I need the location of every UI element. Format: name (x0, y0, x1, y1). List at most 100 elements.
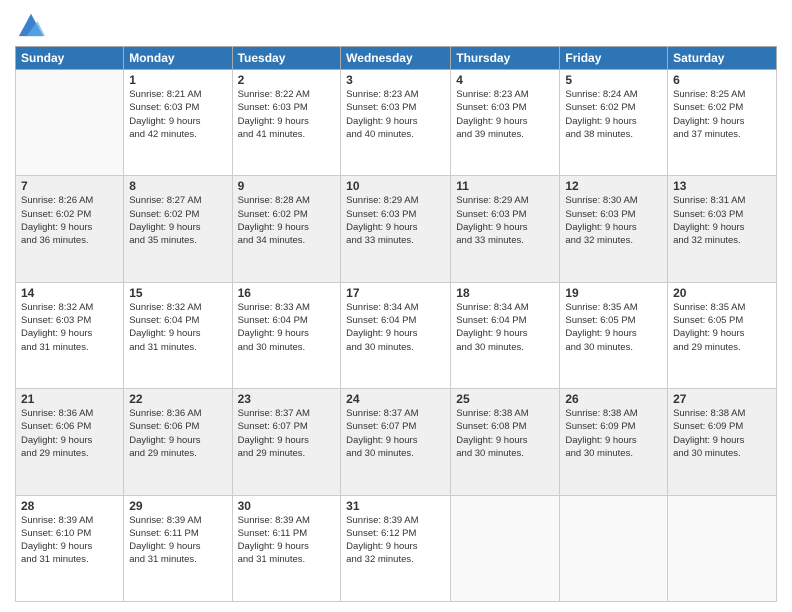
calendar-cell: 1Sunrise: 8:21 AM Sunset: 6:03 PM Daylig… (124, 70, 232, 176)
logo (15, 10, 45, 38)
calendar-cell: 21Sunrise: 8:36 AM Sunset: 6:06 PM Dayli… (16, 389, 124, 495)
calendar-cell: 5Sunrise: 8:24 AM Sunset: 6:02 PM Daylig… (560, 70, 668, 176)
day-info: Sunrise: 8:38 AM Sunset: 6:09 PM Dayligh… (673, 407, 771, 460)
week-row-0: 1Sunrise: 8:21 AM Sunset: 6:03 PM Daylig… (16, 70, 777, 176)
calendar-cell: 19Sunrise: 8:35 AM Sunset: 6:05 PM Dayli… (560, 282, 668, 388)
day-number: 24 (346, 392, 445, 406)
day-number: 20 (673, 286, 771, 300)
week-row-3: 21Sunrise: 8:36 AM Sunset: 6:06 PM Dayli… (16, 389, 777, 495)
day-number: 28 (21, 499, 118, 513)
day-number: 18 (456, 286, 554, 300)
day-number: 19 (565, 286, 662, 300)
calendar-cell: 4Sunrise: 8:23 AM Sunset: 6:03 PM Daylig… (451, 70, 560, 176)
calendar-cell: 27Sunrise: 8:38 AM Sunset: 6:09 PM Dayli… (668, 389, 777, 495)
day-number: 7 (21, 179, 118, 193)
calendar-cell: 23Sunrise: 8:37 AM Sunset: 6:07 PM Dayli… (232, 389, 341, 495)
weekday-saturday: Saturday (668, 47, 777, 70)
day-number: 23 (238, 392, 336, 406)
calendar-body: 1Sunrise: 8:21 AM Sunset: 6:03 PM Daylig… (16, 70, 777, 602)
day-info: Sunrise: 8:33 AM Sunset: 6:04 PM Dayligh… (238, 301, 336, 354)
calendar-cell: 18Sunrise: 8:34 AM Sunset: 6:04 PM Dayli… (451, 282, 560, 388)
calendar-cell: 16Sunrise: 8:33 AM Sunset: 6:04 PM Dayli… (232, 282, 341, 388)
weekday-friday: Friday (560, 47, 668, 70)
day-number: 4 (456, 73, 554, 87)
day-number: 11 (456, 179, 554, 193)
day-info: Sunrise: 8:34 AM Sunset: 6:04 PM Dayligh… (456, 301, 554, 354)
day-info: Sunrise: 8:36 AM Sunset: 6:06 PM Dayligh… (21, 407, 118, 460)
weekday-header-row: SundayMondayTuesdayWednesdayThursdayFrid… (16, 47, 777, 70)
day-number: 12 (565, 179, 662, 193)
day-number: 8 (129, 179, 226, 193)
day-number: 16 (238, 286, 336, 300)
day-info: Sunrise: 8:22 AM Sunset: 6:03 PM Dayligh… (238, 88, 336, 141)
calendar-cell: 7Sunrise: 8:26 AM Sunset: 6:02 PM Daylig… (16, 176, 124, 282)
weekday-tuesday: Tuesday (232, 47, 341, 70)
weekday-thursday: Thursday (451, 47, 560, 70)
day-info: Sunrise: 8:26 AM Sunset: 6:02 PM Dayligh… (21, 194, 118, 247)
calendar-cell: 29Sunrise: 8:39 AM Sunset: 6:11 PM Dayli… (124, 495, 232, 601)
week-row-1: 7Sunrise: 8:26 AM Sunset: 6:02 PM Daylig… (16, 176, 777, 282)
day-info: Sunrise: 8:31 AM Sunset: 6:03 PM Dayligh… (673, 194, 771, 247)
calendar-cell: 10Sunrise: 8:29 AM Sunset: 6:03 PM Dayli… (341, 176, 451, 282)
day-info: Sunrise: 8:37 AM Sunset: 6:07 PM Dayligh… (346, 407, 445, 460)
calendar-cell: 28Sunrise: 8:39 AM Sunset: 6:10 PM Dayli… (16, 495, 124, 601)
day-number: 15 (129, 286, 226, 300)
day-number: 25 (456, 392, 554, 406)
day-number: 13 (673, 179, 771, 193)
day-info: Sunrise: 8:36 AM Sunset: 6:06 PM Dayligh… (129, 407, 226, 460)
day-info: Sunrise: 8:37 AM Sunset: 6:07 PM Dayligh… (238, 407, 336, 460)
calendar-cell: 9Sunrise: 8:28 AM Sunset: 6:02 PM Daylig… (232, 176, 341, 282)
day-number: 31 (346, 499, 445, 513)
week-row-2: 14Sunrise: 8:32 AM Sunset: 6:03 PM Dayli… (16, 282, 777, 388)
calendar-cell: 30Sunrise: 8:39 AM Sunset: 6:11 PM Dayli… (232, 495, 341, 601)
calendar-cell: 22Sunrise: 8:36 AM Sunset: 6:06 PM Dayli… (124, 389, 232, 495)
day-info: Sunrise: 8:32 AM Sunset: 6:04 PM Dayligh… (129, 301, 226, 354)
week-row-4: 28Sunrise: 8:39 AM Sunset: 6:10 PM Dayli… (16, 495, 777, 601)
calendar-cell (560, 495, 668, 601)
day-number: 17 (346, 286, 445, 300)
day-info: Sunrise: 8:39 AM Sunset: 6:11 PM Dayligh… (129, 514, 226, 567)
calendar-cell: 3Sunrise: 8:23 AM Sunset: 6:03 PM Daylig… (341, 70, 451, 176)
calendar-cell: 20Sunrise: 8:35 AM Sunset: 6:05 PM Dayli… (668, 282, 777, 388)
day-info: Sunrise: 8:38 AM Sunset: 6:09 PM Dayligh… (565, 407, 662, 460)
page: SundayMondayTuesdayWednesdayThursdayFrid… (0, 0, 792, 612)
day-number: 29 (129, 499, 226, 513)
day-info: Sunrise: 8:35 AM Sunset: 6:05 PM Dayligh… (565, 301, 662, 354)
day-info: Sunrise: 8:23 AM Sunset: 6:03 PM Dayligh… (346, 88, 445, 141)
calendar-cell (668, 495, 777, 601)
weekday-sunday: Sunday (16, 47, 124, 70)
calendar-table: SundayMondayTuesdayWednesdayThursdayFrid… (15, 46, 777, 602)
day-number: 2 (238, 73, 336, 87)
calendar-cell: 6Sunrise: 8:25 AM Sunset: 6:02 PM Daylig… (668, 70, 777, 176)
day-number: 21 (21, 392, 118, 406)
calendar-cell: 11Sunrise: 8:29 AM Sunset: 6:03 PM Dayli… (451, 176, 560, 282)
day-number: 26 (565, 392, 662, 406)
day-info: Sunrise: 8:30 AM Sunset: 6:03 PM Dayligh… (565, 194, 662, 247)
day-info: Sunrise: 8:24 AM Sunset: 6:02 PM Dayligh… (565, 88, 662, 141)
day-info: Sunrise: 8:32 AM Sunset: 6:03 PM Dayligh… (21, 301, 118, 354)
day-info: Sunrise: 8:29 AM Sunset: 6:03 PM Dayligh… (346, 194, 445, 247)
day-info: Sunrise: 8:23 AM Sunset: 6:03 PM Dayligh… (456, 88, 554, 141)
day-info: Sunrise: 8:29 AM Sunset: 6:03 PM Dayligh… (456, 194, 554, 247)
calendar-cell: 13Sunrise: 8:31 AM Sunset: 6:03 PM Dayli… (668, 176, 777, 282)
calendar-cell (16, 70, 124, 176)
day-number: 27 (673, 392, 771, 406)
calendar-cell: 31Sunrise: 8:39 AM Sunset: 6:12 PM Dayli… (341, 495, 451, 601)
weekday-monday: Monday (124, 47, 232, 70)
calendar-cell: 14Sunrise: 8:32 AM Sunset: 6:03 PM Dayli… (16, 282, 124, 388)
day-number: 1 (129, 73, 226, 87)
day-info: Sunrise: 8:21 AM Sunset: 6:03 PM Dayligh… (129, 88, 226, 141)
calendar-cell: 25Sunrise: 8:38 AM Sunset: 6:08 PM Dayli… (451, 389, 560, 495)
day-info: Sunrise: 8:35 AM Sunset: 6:05 PM Dayligh… (673, 301, 771, 354)
calendar-cell: 15Sunrise: 8:32 AM Sunset: 6:04 PM Dayli… (124, 282, 232, 388)
day-number: 5 (565, 73, 662, 87)
calendar-cell: 8Sunrise: 8:27 AM Sunset: 6:02 PM Daylig… (124, 176, 232, 282)
calendar-cell: 17Sunrise: 8:34 AM Sunset: 6:04 PM Dayli… (341, 282, 451, 388)
header (15, 10, 777, 38)
day-info: Sunrise: 8:27 AM Sunset: 6:02 PM Dayligh… (129, 194, 226, 247)
day-number: 3 (346, 73, 445, 87)
day-number: 10 (346, 179, 445, 193)
calendar-cell: 12Sunrise: 8:30 AM Sunset: 6:03 PM Dayli… (560, 176, 668, 282)
day-info: Sunrise: 8:39 AM Sunset: 6:11 PM Dayligh… (238, 514, 336, 567)
day-info: Sunrise: 8:28 AM Sunset: 6:02 PM Dayligh… (238, 194, 336, 247)
